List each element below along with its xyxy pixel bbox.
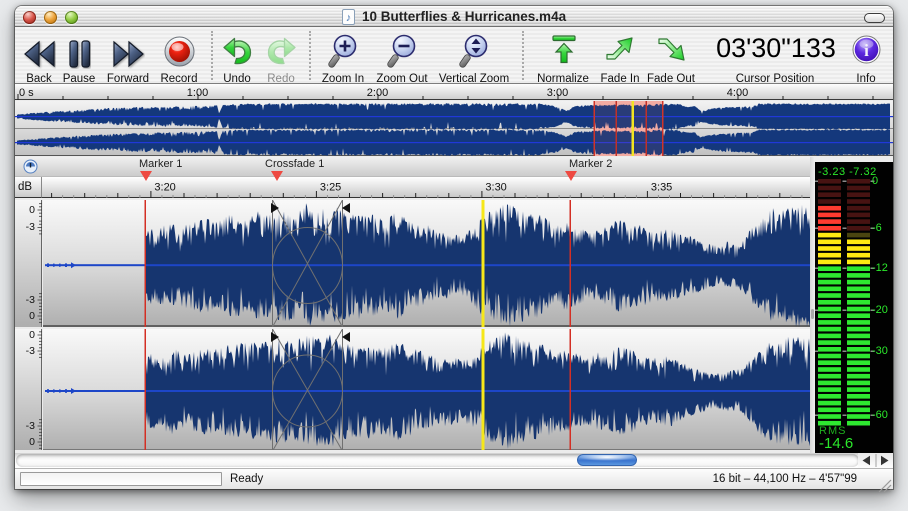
svg-text:0 s: 0 s: [19, 87, 34, 99]
svg-text:3:25: 3:25: [320, 182, 341, 194]
svg-text:3:30: 3:30: [485, 182, 506, 194]
svg-text:1:00: 1:00: [187, 87, 208, 99]
svg-text:2:00: 2:00: [367, 87, 388, 99]
svg-text:3:35: 3:35: [651, 182, 672, 194]
svg-text:3:20: 3:20: [154, 182, 175, 194]
svg-text:4:00: 4:00: [727, 87, 748, 99]
svg-text:i: i: [864, 41, 869, 60]
svg-text:♪: ♪: [346, 12, 352, 24]
svg-text:3:00: 3:00: [547, 87, 568, 99]
